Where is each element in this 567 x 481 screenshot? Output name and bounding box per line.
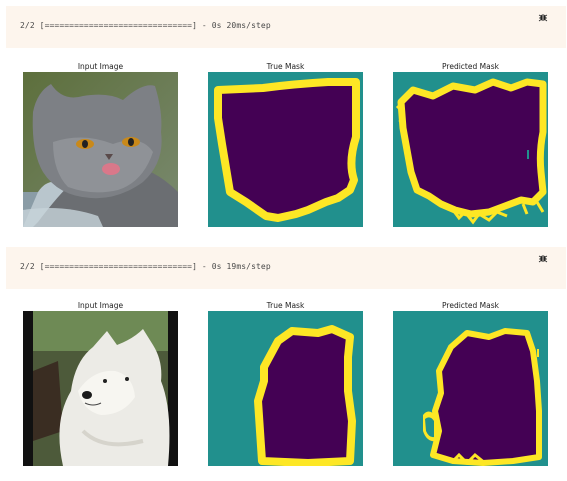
input-image-panel: Input Image	[23, 62, 178, 227]
panel-title: Predicted Mask	[442, 62, 499, 71]
progress-log: 2/2 [==============================] - 0…	[20, 262, 271, 271]
cell-output-1: 2/2 [==============================] - 0…	[6, 6, 566, 48]
predicted-mask-panel: Predicted Mask	[393, 301, 548, 466]
predicted-mask-image	[393, 311, 548, 466]
true-mask-panel: True Mask	[208, 62, 363, 227]
true-mask-image	[208, 311, 363, 466]
predicted-mask-image	[393, 72, 548, 227]
bug-icon[interactable]	[538, 253, 548, 263]
panel-title: Predicted Mask	[442, 301, 499, 310]
cell-output-2: 2/2 [==============================] - 0…	[6, 247, 566, 289]
dog-photo	[23, 311, 178, 466]
panel-title: True Mask	[266, 62, 305, 71]
true-mask-panel: True Mask	[208, 301, 363, 466]
bug-icon[interactable]	[538, 12, 548, 22]
panel-title: Input Image	[77, 301, 124, 310]
cat-photo	[23, 72, 178, 227]
panel-title: True Mask	[266, 301, 305, 310]
panel-title: Input Image	[77, 62, 124, 71]
input-image-panel: Input Image	[23, 301, 178, 466]
progress-log: 2/2 [==============================] - 0…	[20, 21, 271, 30]
predicted-mask-panel: Predicted Mask	[393, 62, 548, 227]
true-mask-image	[208, 72, 363, 227]
